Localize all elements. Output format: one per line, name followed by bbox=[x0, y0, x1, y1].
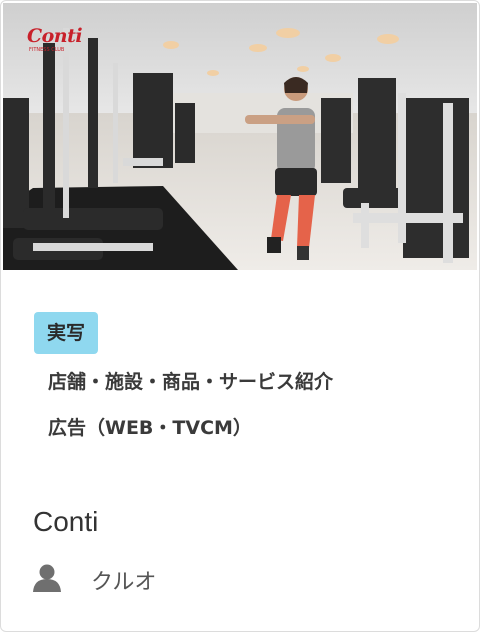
work-card[interactable]: Conti FITNESS CLUB 実写 店舗・施設・商品・サービス紹介 広告… bbox=[0, 0, 480, 632]
author-name[interactable]: クルオ bbox=[91, 564, 156, 596]
brand-logo: Conti FITNESS CLUB bbox=[25, 13, 87, 53]
style-badge: 実写 bbox=[34, 312, 99, 354]
thumbnail-image[interactable]: Conti FITNESS CLUB bbox=[3, 3, 477, 270]
work-title[interactable]: Conti bbox=[33, 506, 98, 538]
logo-brand-text: Conti bbox=[27, 25, 83, 47]
category-tag: 広告（WEB・TVCM） bbox=[48, 417, 252, 439]
category-tag: 店舗・施設・商品・サービス紹介 bbox=[48, 371, 334, 393]
logo-tagline: FITNESS CLUB bbox=[29, 47, 65, 53]
person-icon bbox=[33, 564, 61, 592]
